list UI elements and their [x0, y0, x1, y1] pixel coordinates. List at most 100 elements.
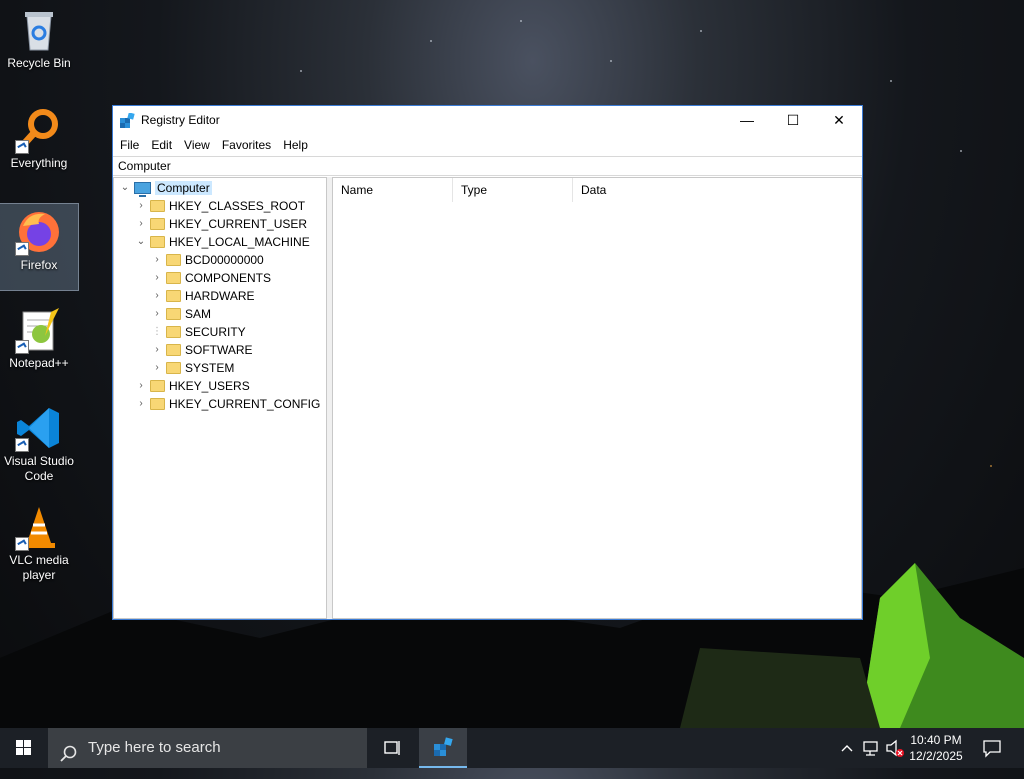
chevron-right-icon[interactable]: ›: [134, 377, 148, 395]
desktop-icon-label: Recycle Bin: [7, 56, 71, 70]
tree-item-software[interactable]: › SOFTWARE: [150, 341, 253, 359]
tree-item-label: BCD00000000: [185, 253, 264, 267]
tree-item-label: HKEY_CURRENT_USER: [169, 217, 308, 231]
tree-item-label: COMPONENTS: [185, 271, 272, 285]
chevron-right-icon[interactable]: ›: [134, 197, 148, 215]
chevron-right-icon[interactable]: ›: [150, 359, 164, 377]
folder-icon: [166, 290, 181, 302]
tree-item-hardware[interactable]: › HARDWARE: [150, 287, 255, 305]
taskbar: Type here to search 10:40 PM 12/2/2025: [0, 728, 1024, 768]
folder-icon: [166, 326, 181, 338]
shortcut-arrow-icon: [15, 340, 29, 354]
volume-button[interactable]: [884, 728, 906, 768]
notification-icon: [983, 740, 1001, 758]
start-button[interactable]: [0, 728, 48, 768]
chevron-right-icon[interactable]: ›: [150, 251, 164, 269]
title-bar[interactable]: Registry Editor — ☐ ✕: [113, 106, 862, 135]
close-button[interactable]: ✕: [816, 106, 862, 135]
tree-item-label: SECURITY: [185, 325, 246, 339]
tree-item-label: HKEY_LOCAL_MACHINE: [169, 235, 310, 249]
clock-time: 10:40 PM: [910, 733, 962, 747]
folder-icon: [166, 254, 181, 266]
shortcut-arrow-icon: [15, 438, 29, 452]
show-hidden-icons-button[interactable]: [838, 728, 856, 768]
tree-item-label: SAM: [185, 307, 212, 321]
menu-help[interactable]: Help: [277, 135, 314, 155]
shortcut-arrow-icon: [15, 242, 29, 256]
desktop-icon-firefox[interactable]: Firefox: [0, 203, 79, 291]
registry-editor-window: Registry Editor — ☐ ✕ File Edit View Favori…: [112, 105, 863, 620]
clock-date: 12/2/2025: [909, 749, 963, 763]
chevron-down-icon[interactable]: ⌄: [118, 179, 132, 197]
computer-icon: [134, 182, 151, 197]
chevron-right-icon[interactable]: ›: [150, 287, 164, 305]
network-icon: [863, 741, 878, 756]
tree-item-hkey-current-config[interactable]: › HKEY_CURRENT_CONFIG: [134, 395, 320, 413]
tree-item-hkey-local-machine[interactable]: ⌄ HKEY_LOCAL_MACHINE: [134, 233, 310, 251]
desktop-icon-label: Visual Studio Code: [4, 454, 74, 483]
folder-icon: [166, 344, 181, 356]
registry-editor-icon: [120, 112, 135, 128]
everything-search-icon: [15, 106, 63, 154]
chevron-right-icon[interactable]: ›: [134, 215, 148, 233]
registry-tree: ⌄ Computer › HKEY_CLASSES_ROOT › HKEY_CURRE…: [113, 177, 327, 619]
column-header-data[interactable]: Data: [573, 178, 733, 202]
folder-icon: [150, 200, 165, 212]
tree-item-label: HARDWARE: [185, 289, 255, 303]
desktop-icon-everything[interactable]: Everything: [0, 102, 78, 188]
tree-item-label: HKEY_CLASSES_ROOT: [169, 199, 306, 213]
chevron-down-icon[interactable]: ⌄: [134, 233, 148, 251]
desktop-icon-notepadpp[interactable]: Notepad++: [0, 302, 78, 388]
system-clock[interactable]: 10:40 PM 12/2/2025: [906, 732, 966, 764]
list-header: Name Type Data: [333, 178, 861, 202]
search-icon: [60, 739, 78, 779]
desktop-icon-recycle-bin[interactable]: Recycle Bin: [0, 2, 78, 88]
notepadpp-icon: [15, 306, 63, 354]
menu-bar: File Edit View Favorites Help: [113, 135, 862, 155]
tree-item-hkey-users[interactable]: › HKEY_USERS: [134, 377, 249, 395]
column-header-name[interactable]: Name: [333, 178, 453, 202]
tree-item-hkey-classes-root[interactable]: › HKEY_CLASSES_ROOT: [134, 197, 305, 215]
action-center-button[interactable]: [976, 728, 1024, 768]
tree-item-label: SYSTEM: [185, 361, 235, 375]
shortcut-arrow-icon: [15, 537, 29, 551]
tree-item-label: HKEY_CURRENT_CONFIG: [169, 397, 321, 411]
tree-item-security[interactable]: ⋮ SECURITY: [150, 323, 246, 341]
desktop-icon-vscode[interactable]: Visual Studio Code: [0, 400, 78, 490]
tree-item-sam[interactable]: › SAM: [150, 305, 211, 323]
tree-item-system[interactable]: › SYSTEM: [150, 359, 234, 377]
taskbar-app-registry-editor[interactable]: [419, 728, 467, 768]
tree-item-label: Computer: [155, 181, 212, 195]
menu-edit[interactable]: Edit: [145, 135, 178, 155]
values-list[interactable]: Name Type Data: [332, 177, 862, 619]
folder-icon: [166, 308, 181, 320]
minimize-button[interactable]: —: [724, 106, 770, 135]
desktop-icon-label: Notepad++: [9, 356, 69, 370]
chevron-right-icon[interactable]: ›: [150, 305, 164, 323]
tree-item-components[interactable]: › COMPONENTS: [150, 269, 271, 287]
window-title: Registry Editor: [141, 113, 220, 127]
folder-icon: [166, 272, 181, 284]
network-button[interactable]: [860, 728, 882, 768]
menu-favorites[interactable]: Favorites: [216, 135, 277, 155]
chevron-right-icon[interactable]: ›: [150, 269, 164, 287]
desktop-icon-label: Firefox: [20, 258, 58, 272]
tree-item-label: SOFTWARE: [185, 343, 253, 357]
taskbar-search-box[interactable]: Type here to search: [48, 728, 367, 768]
menu-view[interactable]: View: [178, 135, 216, 155]
menu-file[interactable]: File: [114, 135, 145, 155]
chevron-right-icon[interactable]: ›: [150, 341, 164, 359]
column-header-type[interactable]: Type: [453, 178, 573, 202]
task-view-button[interactable]: [368, 728, 416, 768]
maximize-button[interactable]: ☐: [770, 106, 816, 135]
address-bar[interactable]: Computer: [113, 156, 862, 176]
task-view-icon: [384, 741, 400, 755]
vscode-icon: [15, 404, 63, 452]
tree-item-hkey-current-user[interactable]: › HKEY_CURRENT_USER: [134, 215, 307, 233]
chevron-up-icon: [841, 745, 853, 752]
desktop-icon-vlc[interactable]: VLC media player: [0, 499, 78, 589]
shortcut-arrow-icon: [15, 140, 29, 154]
tree-item-computer[interactable]: ⌄ Computer: [118, 179, 212, 197]
tree-item-bcd[interactable]: › BCD00000000: [150, 251, 264, 269]
chevron-right-icon[interactable]: ›: [134, 395, 148, 413]
